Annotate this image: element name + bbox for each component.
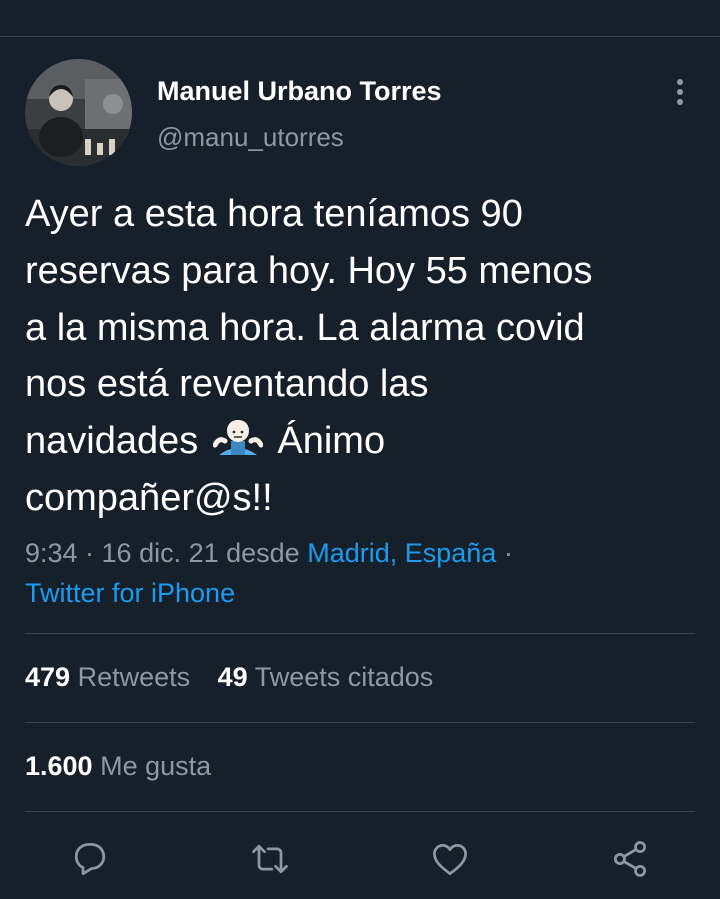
more-options-button[interactable] (668, 78, 692, 108)
quotes-stat[interactable]: 49 Tweets citados (218, 662, 434, 692)
reply-icon (74, 842, 106, 876)
divider (25, 811, 695, 812)
likes-label: Me gusta (100, 751, 212, 781)
more-vertical-icon (677, 79, 683, 105)
quotes-count: 49 (217, 662, 248, 692)
avatar-photo (25, 59, 132, 166)
likes-stat[interactable]: 1.600 Me gusta (25, 751, 211, 781)
source-link[interactable]: Twitter for iPhone (25, 578, 235, 608)
tweet-line: reservas para hoy. Hoy 55 menos (25, 249, 593, 292)
stats-row-retweets: 479 Retweets 49 Tweets citados (25, 662, 433, 693)
tweet-meta: 9:34 · 16 dic. 21 desde Madrid, España ·… (25, 533, 705, 613)
retweet-icon (252, 844, 288, 874)
author-name[interactable]: Manuel Urbano Torres (157, 76, 442, 107)
reply-button[interactable] (68, 837, 112, 881)
tweet-line: compañer@s!! (25, 476, 273, 519)
location-link[interactable]: Madrid, España (307, 538, 496, 568)
retweets-count: 479 (25, 662, 71, 692)
tweet-line: nos está reventando las (25, 363, 429, 406)
divider (25, 633, 695, 634)
quotes-label: Tweets citados (254, 662, 434, 692)
tweet-actions (0, 837, 720, 883)
stats-row-likes: 1.600 Me gusta (25, 751, 211, 782)
meta-row: Twitter for iPhone (25, 573, 705, 613)
tweet-line-text: navidades (25, 420, 199, 463)
retweets-label: Retweets (77, 662, 191, 692)
share-icon (613, 841, 647, 877)
likes-count: 1.600 (25, 751, 93, 781)
top-divider (0, 36, 720, 37)
heart-icon (433, 844, 467, 876)
tweet-line: Ayer a esta hora teníamos 90 (25, 193, 523, 235)
retweet-button[interactable] (248, 837, 292, 881)
person-shrugging-emoji-icon (212, 420, 264, 456)
tweet-timestamp[interactable]: 9:34 · 16 dic. 21 desde (25, 538, 307, 568)
share-button[interactable] (608, 837, 652, 881)
tweet-line: a la misma hora. La alarma covid (25, 306, 585, 349)
author-handle[interactable]: @manu_utorres (157, 122, 344, 153)
like-button[interactable] (428, 837, 472, 881)
meta-row: 9:34 · 16 dic. 21 desde Madrid, España · (25, 533, 705, 573)
retweets-stat[interactable]: 479 Retweets (25, 662, 190, 692)
tweet-text: Ayer a esta hora teníamos 90 reservas pa… (25, 186, 695, 527)
avatar[interactable] (25, 59, 132, 166)
tweet-line-emoji: navidades Ánimo (25, 413, 695, 470)
meta-separator: · (496, 538, 513, 568)
divider (25, 722, 695, 723)
tweet-line-text: Ánimo (277, 420, 386, 463)
